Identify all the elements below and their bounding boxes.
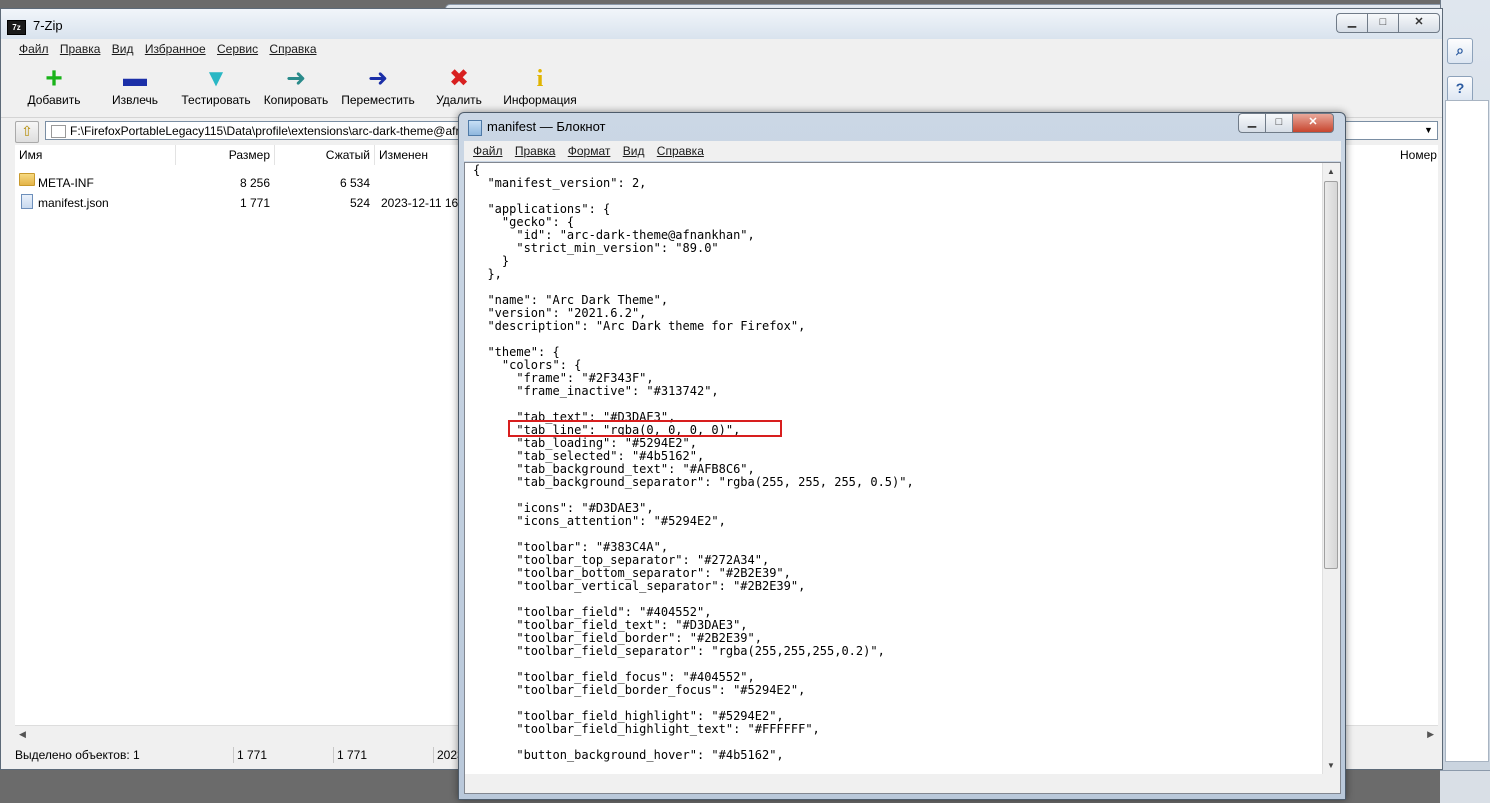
- background-window-panel: [1445, 100, 1489, 762]
- close-button[interactable]: ✕: [1398, 13, 1440, 33]
- move-icon: ➜: [367, 65, 389, 92]
- editor-line: "toolbar_field_highlight_text": "#FFFFFF…: [473, 722, 820, 736]
- minimize-button[interactable]: ▁: [1238, 113, 1265, 133]
- close-button[interactable]: ✕: [1292, 113, 1334, 133]
- zip-window-title: 7-Zip: [33, 18, 63, 33]
- notepad-titlebar[interactable]: manifest — Блокнот ▁ □ ✕: [459, 113, 1345, 139]
- status-packed: 1 771: [337, 748, 368, 762]
- menu-format[interactable]: Формат: [568, 141, 611, 161]
- extract-label: Извлечь: [111, 93, 158, 107]
- scroll-left-icon[interactable]: ◀: [19, 729, 26, 740]
- up-arrow-icon: ⇧: [21, 123, 33, 139]
- menu-file[interactable]: Файл: [19, 39, 49, 59]
- menu-help[interactable]: Справка: [269, 39, 316, 59]
- menu-favorites[interactable]: Избранное: [145, 39, 206, 59]
- column-packed[interactable]: Сжатый: [275, 145, 375, 165]
- editor-line: "toolbar_vertical_separator": "#2B2E39",: [473, 579, 806, 593]
- maximize-button[interactable]: □: [1367, 13, 1398, 33]
- horizontal-scrollbar[interactable]: [465, 774, 1340, 793]
- status-selected: Выделено объектов: 1: [15, 748, 140, 762]
- file-size: 8 256: [239, 176, 270, 190]
- status-size: 1 771: [237, 748, 268, 762]
- menu-tools[interactable]: Сервис: [217, 39, 258, 59]
- scroll-thumb[interactable]: [1324, 181, 1338, 569]
- editor-line: "frame_inactive": "#313742",: [473, 384, 719, 398]
- menu-view[interactable]: Вид: [623, 141, 645, 161]
- file-packed: 524: [349, 196, 370, 210]
- editor-line: "icons_attention": "#5294E2",: [473, 514, 726, 528]
- copy-icon: ➜: [285, 65, 307, 92]
- maximize-button[interactable]: □: [1265, 113, 1292, 133]
- column-size[interactable]: Размер: [176, 145, 275, 165]
- search-icon[interactable]: ⌕: [1447, 38, 1473, 64]
- extract-icon: ▬: [123, 65, 147, 92]
- scroll-down-icon[interactable]: ▼: [1327, 761, 1335, 770]
- editor-line: "tab_background_separator": "rgba(255, 2…: [473, 475, 914, 489]
- info-button[interactable]: i Информация: [501, 65, 579, 107]
- menu-edit[interactable]: Правка: [60, 39, 101, 59]
- info-icon: i: [536, 66, 544, 92]
- test-button[interactable]: ▼ Тестировать: [179, 65, 253, 107]
- test-icon: ▼: [204, 65, 228, 92]
- delete-icon: ✖: [448, 65, 470, 92]
- add-button[interactable]: + Добавить: [23, 62, 85, 108]
- text-editor[interactable]: { "manifest_version": 2, "applications":…: [464, 162, 1341, 794]
- vertical-scrollbar[interactable]: ▲ ▼: [1322, 163, 1340, 774]
- file-name: manifest.json: [38, 196, 109, 210]
- up-folder-button[interactable]: ⇧: [15, 121, 39, 143]
- info-label: Информация: [503, 93, 577, 107]
- notepad-window-title: manifest — Блокнот: [487, 119, 606, 134]
- menu-view[interactable]: Вид: [112, 39, 134, 59]
- editor-line: "button_background_hover": "#4b5162",: [473, 748, 784, 762]
- move-button[interactable]: ➜ Переместить: [339, 65, 417, 107]
- editor-line: "strict_min_version": "89.0": [473, 241, 719, 255]
- editor-line: "manifest_version": 2,: [473, 176, 647, 190]
- editor-line: },: [473, 267, 502, 281]
- address-text: F:\FirefoxPortableLegacy115\Data\profile…: [70, 124, 460, 138]
- scroll-right-icon[interactable]: ▶: [1427, 729, 1434, 740]
- file-size: 1 771: [239, 196, 270, 210]
- menu-edit[interactable]: Правка: [515, 141, 556, 161]
- help-icon[interactable]: ?: [1447, 76, 1473, 102]
- zip-titlebar[interactable]: 7z 7-Zip ▁ □ ✕: [1, 9, 1442, 39]
- notepad-caption-buttons: ▁ □ ✕: [1238, 113, 1334, 133]
- delete-label: Удалить: [436, 93, 482, 107]
- move-label: Переместить: [341, 93, 415, 107]
- notepad-menubar: Файл Правка Формат Вид Справка: [464, 141, 1341, 161]
- menu-help[interactable]: Справка: [657, 141, 704, 161]
- background-window: ⌕ ?: [1440, 0, 1490, 802]
- highlight-box: [508, 420, 782, 437]
- column-name[interactable]: Имя: [15, 145, 176, 165]
- address-dropdown-icon[interactable]: ▼: [1424, 125, 1433, 135]
- editor-line: "description": "Arc Dark theme for Firef…: [473, 319, 806, 333]
- 7zip-app-icon: 7z: [7, 20, 26, 35]
- zip-toolbar: + Добавить ▬ Извлечь ▼ Тестировать ➜ Коп…: [1, 61, 1442, 118]
- add-icon: +: [45, 62, 63, 95]
- notepad-window: manifest — Блокнот ▁ □ ✕ Файл Правка Фор…: [458, 112, 1346, 800]
- delete-button[interactable]: ✖ Удалить: [431, 65, 487, 107]
- file-packed: 6 534: [339, 176, 370, 190]
- test-label: Тестировать: [181, 93, 251, 107]
- minimize-button[interactable]: ▁: [1336, 13, 1367, 33]
- editor-line: "toolbar_field_border_focus": "#5294E2",: [473, 683, 806, 697]
- notepad-app-icon: [468, 120, 482, 136]
- extract-button[interactable]: ▬ Извлечь: [105, 65, 165, 107]
- editor-line: "toolbar_field_separator": "rgba(255,255…: [473, 644, 885, 658]
- copy-button[interactable]: ➜ Копировать: [261, 65, 331, 107]
- file-name: META-INF: [38, 176, 94, 190]
- column-modified[interactable]: Изменен: [375, 145, 461, 165]
- add-label: Добавить: [27, 93, 81, 107]
- column-number[interactable]: Номер: [1396, 145, 1438, 165]
- menu-file[interactable]: Файл: [473, 141, 503, 161]
- editor-line: }: [473, 254, 510, 268]
- copy-label: Копировать: [263, 93, 329, 107]
- file-modified: 2023-12-11 16:: [381, 196, 462, 210]
- zip-menubar: Файл Правка Вид Избранное Сервис Справка: [1, 39, 1442, 59]
- folder-icon: [51, 125, 66, 138]
- background-window-bottom: [1440, 770, 1490, 803]
- zip-caption-buttons: ▁ □ ✕: [1336, 13, 1440, 33]
- editor-text: { "manifest_version": 2, "applications":…: [473, 164, 914, 762]
- scroll-up-icon[interactable]: ▲: [1327, 167, 1335, 176]
